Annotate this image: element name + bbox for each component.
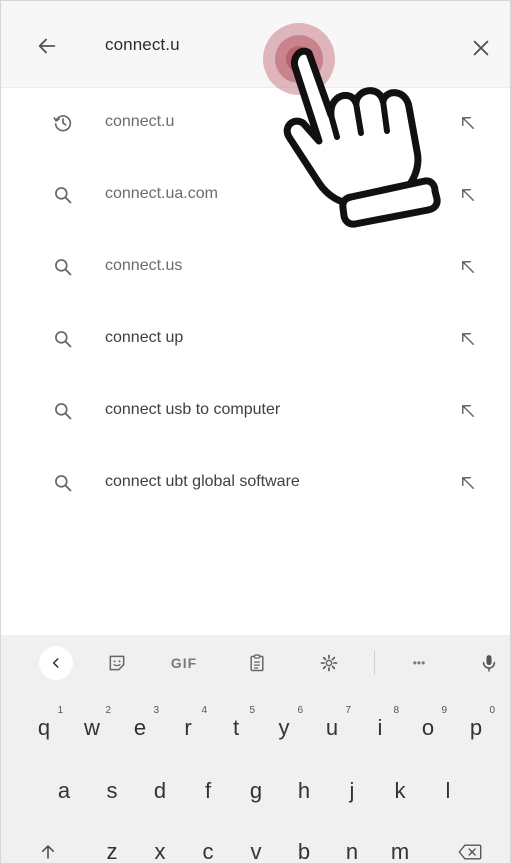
microphone-icon	[482, 655, 496, 672]
close-icon	[473, 40, 489, 56]
key-n[interactable]: n	[329, 827, 375, 863]
key-m[interactable]: m	[377, 827, 423, 863]
suggestion-item[interactable]: connect usb to computer	[1, 375, 510, 447]
collapse-toolbar-button[interactable]	[39, 646, 73, 680]
key-h[interactable]: h	[281, 766, 327, 816]
fill-arrow-icon[interactable]	[453, 252, 483, 282]
fill-arrow-icon[interactable]	[453, 180, 483, 210]
key-e[interactable]: e3	[117, 703, 163, 753]
key-z[interactable]: z	[89, 827, 135, 863]
suggestion-text: connect ubt global software	[105, 473, 300, 490]
fill-arrow-icon[interactable]	[453, 324, 483, 354]
shift-key[interactable]	[25, 827, 71, 863]
key-r[interactable]: r4	[165, 703, 211, 753]
backspace-key[interactable]	[447, 827, 493, 863]
sticker-button[interactable]	[101, 645, 133, 681]
key-y[interactable]: y6	[261, 703, 307, 753]
voice-input-button[interactable]	[473, 645, 505, 681]
key-u[interactable]: u7	[309, 703, 355, 753]
keyboard-toolbar: GIF •••	[1, 635, 510, 691]
key-w[interactable]: w2	[69, 703, 115, 753]
clear-button[interactable]	[465, 32, 497, 64]
key-d[interactable]: d	[137, 766, 183, 816]
key-p[interactable]: p0	[453, 703, 499, 753]
suggestion-text: connect.us	[105, 257, 183, 274]
history-icon	[49, 109, 77, 137]
search-icon	[49, 469, 77, 497]
settings-button[interactable]	[313, 645, 345, 681]
suggestion-item[interactable]: connect up	[1, 303, 510, 375]
key-l[interactable]: l	[425, 766, 471, 816]
key-a[interactable]: a	[41, 766, 87, 816]
key-o[interactable]: o9	[405, 703, 451, 753]
chevron-left-icon	[52, 658, 59, 668]
fill-arrow-icon[interactable]	[453, 108, 483, 138]
arrow-left-icon	[38, 38, 56, 54]
gif-button[interactable]: GIF	[161, 645, 207, 681]
shift-arrow-icon	[42, 845, 54, 859]
suggestion-item[interactable]: connect.us	[1, 231, 510, 303]
key-c[interactable]: c	[185, 827, 231, 863]
key-g[interactable]: g	[233, 766, 279, 816]
suggestion-text: connect.ua.com	[105, 185, 218, 202]
key-s[interactable]: s	[89, 766, 135, 816]
keyboard: GIF ••• q1 w2 e3 r4 t5 y6 u7 i8 o9 p0 a …	[1, 635, 510, 863]
fill-arrow-icon[interactable]	[453, 468, 483, 498]
suggestion-text: connect usb to computer	[105, 401, 281, 418]
key-j[interactable]: j	[329, 766, 375, 816]
search-icon	[49, 253, 77, 281]
key-b[interactable]: b	[281, 827, 327, 863]
suggestion-item[interactable]: connect ubt global software	[1, 447, 510, 519]
key-x[interactable]: x	[137, 827, 183, 863]
toolbar-divider	[374, 651, 375, 675]
key-f[interactable]: f	[185, 766, 231, 816]
key-t[interactable]: t5	[213, 703, 259, 753]
screen: connect.u connect.u connect.ua.com conne…	[0, 0, 511, 864]
search-icon	[49, 181, 77, 209]
backspace-icon	[458, 844, 482, 860]
gear-icon	[320, 654, 338, 672]
more-button[interactable]: •••	[399, 645, 439, 681]
search-icon	[49, 325, 77, 353]
gif-label: GIF	[170, 655, 198, 671]
back-button[interactable]	[31, 30, 63, 62]
suggestion-text: connect up	[105, 329, 184, 346]
key-k[interactable]: k	[377, 766, 423, 816]
suggestion-text: connect.u	[105, 113, 175, 130]
key-i[interactable]: i8	[357, 703, 403, 753]
fill-arrow-icon[interactable]	[453, 396, 483, 426]
key-q[interactable]: q1	[21, 703, 67, 753]
tap-hand-icon	[263, 23, 441, 228]
key-v[interactable]: v	[233, 827, 279, 863]
search-input[interactable]: connect.u	[105, 35, 180, 55]
clipboard-icon	[250, 654, 264, 672]
sticker-icon	[109, 655, 125, 671]
search-icon	[49, 397, 77, 425]
clipboard-button[interactable]	[241, 645, 273, 681]
